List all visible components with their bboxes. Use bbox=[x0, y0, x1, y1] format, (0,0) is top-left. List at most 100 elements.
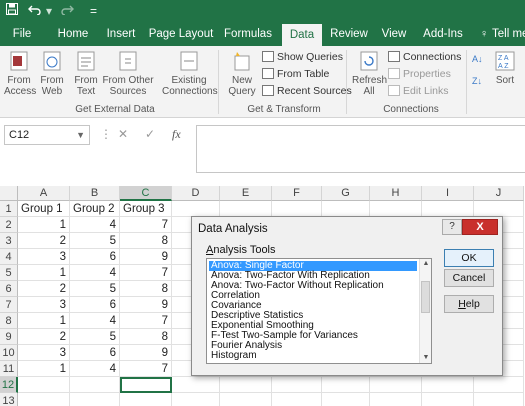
cell[interactable]: 9 bbox=[120, 249, 172, 265]
tab-review[interactable]: Review bbox=[326, 22, 372, 46]
undo-dropdown-icon[interactable]: ▾ bbox=[46, 3, 52, 19]
cell[interactable] bbox=[120, 393, 172, 406]
formula-input[interactable] bbox=[196, 125, 525, 173]
customize-qat-button[interactable]: = bbox=[90, 3, 97, 19]
column-header[interactable]: J bbox=[474, 186, 524, 201]
existing-connections-button[interactable]: Existing Connections bbox=[162, 50, 218, 97]
cell[interactable]: 4 bbox=[70, 265, 120, 281]
tab-tell-me[interactable]: ♀ Tell me bbox=[478, 22, 525, 46]
scroll-thumb[interactable] bbox=[421, 281, 430, 313]
row-header[interactable]: 11 bbox=[0, 361, 18, 377]
cell[interactable]: 5 bbox=[70, 329, 120, 345]
column-header[interactable]: F bbox=[272, 186, 322, 201]
cell[interactable] bbox=[370, 201, 422, 217]
column-header[interactable]: H bbox=[370, 186, 422, 201]
cell[interactable]: 5 bbox=[70, 281, 120, 297]
cell[interactable] bbox=[18, 393, 70, 406]
dialog-close-button[interactable]: X bbox=[462, 219, 498, 235]
cell[interactable]: 8 bbox=[120, 233, 172, 249]
row-header[interactable]: 8 bbox=[0, 313, 18, 329]
cell[interactable]: 4 bbox=[70, 217, 120, 233]
name-box[interactable]: C12 ▼ bbox=[4, 125, 90, 145]
cell[interactable]: 9 bbox=[120, 345, 172, 361]
row-header[interactable]: 12 bbox=[0, 377, 18, 393]
cell[interactable] bbox=[370, 377, 422, 393]
sort-button[interactable]: Z AA Z Sort bbox=[492, 50, 518, 86]
cell[interactable] bbox=[474, 393, 524, 406]
cell[interactable]: 6 bbox=[70, 345, 120, 361]
cell[interactable]: 1 bbox=[18, 217, 70, 233]
cell[interactable] bbox=[422, 377, 474, 393]
cell[interactable] bbox=[322, 377, 370, 393]
list-scrollbar[interactable]: ▲ ▼ bbox=[419, 259, 431, 363]
select-all-corner[interactable] bbox=[0, 186, 18, 201]
cell[interactable] bbox=[172, 377, 220, 393]
cell[interactable] bbox=[370, 393, 422, 406]
cell[interactable] bbox=[172, 393, 220, 406]
cell[interactable]: 5 bbox=[70, 233, 120, 249]
recent-sources-button[interactable]: Recent Sources bbox=[262, 84, 352, 98]
tab-view[interactable]: View bbox=[374, 22, 414, 46]
edit-links-button[interactable]: Edit Links bbox=[388, 84, 449, 98]
sort-az-icon[interactable]: A↓ bbox=[472, 52, 483, 66]
dialog-help-icon[interactable]: ? bbox=[442, 219, 462, 235]
row-header[interactable]: 1 bbox=[0, 201, 18, 217]
insert-function-button[interactable]: fx bbox=[172, 127, 181, 142]
save-icon[interactable] bbox=[6, 3, 18, 19]
cell[interactable]: 6 bbox=[70, 249, 120, 265]
cell[interactable] bbox=[272, 377, 322, 393]
column-header[interactable]: C bbox=[120, 186, 172, 201]
row-header[interactable]: 3 bbox=[0, 233, 18, 249]
row-header[interactable]: 5 bbox=[0, 265, 18, 281]
cell[interactable] bbox=[474, 201, 524, 217]
tab-add-ins[interactable]: Add-Ins bbox=[418, 22, 468, 46]
cell[interactable] bbox=[322, 393, 370, 406]
row-header[interactable]: 4 bbox=[0, 249, 18, 265]
cell[interactable]: 3 bbox=[18, 249, 70, 265]
scroll-up-icon[interactable]: ▲ bbox=[420, 259, 431, 269]
cell[interactable]: 3 bbox=[18, 297, 70, 313]
cancel-button[interactable]: Cancel bbox=[444, 269, 494, 287]
cell[interactable]: 1 bbox=[18, 313, 70, 329]
enter-entry-button[interactable]: ✓ bbox=[145, 127, 155, 141]
column-header[interactable]: B bbox=[70, 186, 120, 201]
connections-button[interactable]: Connections bbox=[388, 50, 461, 64]
cell[interactable] bbox=[220, 377, 272, 393]
tab-file[interactable]: File bbox=[0, 22, 44, 46]
cell[interactable]: Group 3 bbox=[120, 201, 172, 217]
row-header[interactable]: 9 bbox=[0, 329, 18, 345]
active-cell[interactable] bbox=[120, 377, 172, 393]
cell[interactable] bbox=[422, 393, 474, 406]
cell[interactable]: 2 bbox=[18, 233, 70, 249]
cell[interactable]: 9 bbox=[120, 297, 172, 313]
cell[interactable]: Group 2 bbox=[70, 201, 120, 217]
row-header[interactable]: 6 bbox=[0, 281, 18, 297]
from-table-button[interactable]: From Table bbox=[262, 67, 329, 81]
row-header[interactable]: 7 bbox=[0, 297, 18, 313]
cell[interactable]: 2 bbox=[18, 329, 70, 345]
cell[interactable]: 7 bbox=[120, 265, 172, 281]
cell[interactable] bbox=[474, 377, 524, 393]
tab-data[interactable]: Data bbox=[282, 24, 322, 46]
ok-button[interactable]: OK bbox=[444, 249, 494, 267]
row-header[interactable]: 2 bbox=[0, 217, 18, 233]
cell[interactable]: 1 bbox=[18, 361, 70, 377]
sort-za-icon[interactable]: Z↓ bbox=[472, 74, 482, 88]
cell[interactable]: 7 bbox=[120, 313, 172, 329]
from-web-button[interactable]: From Web bbox=[38, 50, 66, 97]
cell[interactable]: 4 bbox=[70, 313, 120, 329]
scroll-down-icon[interactable]: ▼ bbox=[420, 353, 431, 363]
cell[interactable] bbox=[272, 393, 322, 406]
cell[interactable]: 1 bbox=[18, 265, 70, 281]
redo-icon[interactable] bbox=[60, 3, 74, 19]
new-query-button[interactable]: New Query bbox=[222, 50, 262, 97]
tab-home[interactable]: Home bbox=[50, 22, 96, 46]
tab-page-layout[interactable]: Page Layout bbox=[148, 22, 214, 46]
cell[interactable]: 7 bbox=[120, 217, 172, 233]
cell[interactable] bbox=[272, 201, 322, 217]
row-header[interactable]: 13 bbox=[0, 393, 18, 406]
cell[interactable]: 8 bbox=[120, 329, 172, 345]
column-header[interactable]: I bbox=[422, 186, 474, 201]
row-header[interactable]: 10 bbox=[0, 345, 18, 361]
refresh-all-button[interactable]: Refresh All bbox=[352, 50, 387, 97]
